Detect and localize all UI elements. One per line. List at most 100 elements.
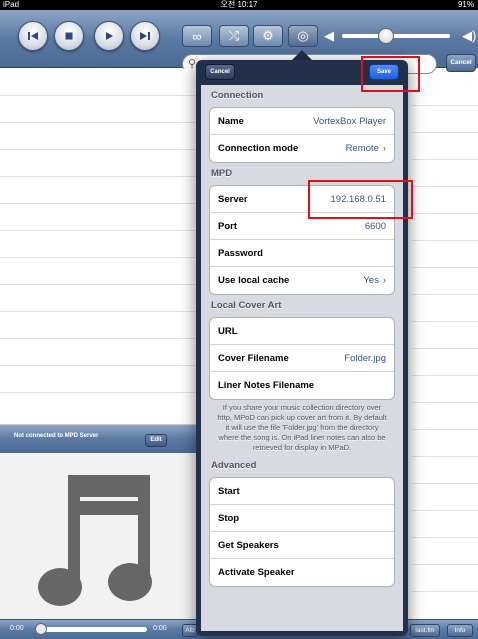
repeat-icon: ∞ [192, 28, 202, 44]
play-button[interactable] [94, 21, 124, 51]
volume-slider[interactable] [342, 34, 450, 38]
settings-button[interactable]: ⚙ [253, 25, 283, 47]
next-button[interactable] [130, 21, 160, 51]
connection-mode-row[interactable]: Connection mode Remote › [210, 135, 394, 162]
local-cache-value-wrap: Yes › [363, 267, 386, 294]
next-icon [140, 32, 150, 40]
name-label: Name [218, 116, 244, 127]
liner-notes-label: Liner Notes Filename [218, 380, 315, 391]
volume-slider-knob[interactable] [378, 28, 394, 44]
connection-mode-value: Remote [345, 143, 379, 154]
cover-filename-value[interactable]: Folder.jpg [344, 345, 386, 372]
cover-art-group: URL Cover Filename Folder.jpg Liner Note… [209, 317, 395, 400]
list-item[interactable] [412, 403, 478, 430]
list-item[interactable] [412, 538, 478, 565]
cover-filename-row[interactable]: Cover Filename Folder.jpg [210, 345, 394, 372]
connection-group: Name VortexBox Player Connection mode Re… [209, 107, 395, 163]
list-item[interactable] [0, 339, 200, 366]
section-cover-art-header: Local Cover Art [211, 300, 282, 311]
list-item[interactable] [412, 322, 478, 349]
list-item[interactable] [412, 106, 478, 133]
settings-popover: Cancel Save Connection Name VortexBox Pl… [196, 60, 408, 636]
list-item[interactable] [412, 241, 478, 268]
list-item[interactable] [412, 457, 478, 484]
list-item[interactable] [412, 268, 478, 295]
clock: 오전 10:17 [220, 0, 258, 9]
activate-speaker-row[interactable]: Activate Speaker [210, 559, 394, 586]
elapsed-time: 0:00 [10, 625, 24, 632]
info-button[interactable]: Info [447, 624, 473, 637]
connection-status: Not connected to MPD Server [14, 433, 99, 439]
list-item[interactable] [412, 133, 478, 160]
list-item[interactable] [0, 150, 200, 177]
list-item[interactable] [0, 96, 200, 123]
now-playing-panel: Not connected to MPD Server Edit [0, 424, 200, 619]
list-item[interactable] [412, 511, 478, 538]
library-list [412, 79, 478, 624]
list-item[interactable] [412, 484, 478, 511]
play-icon [106, 32, 113, 40]
list-item[interactable] [0, 258, 200, 285]
save-highlight-box [361, 56, 420, 92]
popover-cancel-button[interactable]: Cancel [205, 64, 235, 80]
status-bar: iPad 오전 10:17 91% [0, 0, 478, 10]
local-cache-row[interactable]: Use local cache Yes › [210, 267, 394, 294]
list-item[interactable] [412, 430, 478, 457]
cover-art-info-text: If you share your music collection direc… [217, 403, 387, 452]
list-item[interactable] [0, 123, 200, 150]
list-item[interactable] [412, 376, 478, 403]
volume-low-icon: ◀ [324, 28, 334, 43]
stop-row[interactable]: Stop [210, 505, 394, 532]
server-highlight-box [308, 180, 413, 219]
progress-slider-knob[interactable] [35, 623, 47, 635]
list-item[interactable] [0, 285, 200, 312]
stop-button[interactable] [54, 21, 84, 51]
stop-icon [65, 32, 73, 40]
list-item[interactable] [412, 565, 478, 592]
chevron-right-icon: › [382, 275, 386, 286]
url-row[interactable]: URL [210, 318, 394, 345]
list-item[interactable] [0, 204, 200, 231]
list-item[interactable] [412, 160, 478, 187]
port-label: Port [218, 221, 237, 232]
previous-button[interactable] [18, 21, 48, 51]
playlist-list [0, 69, 200, 424]
start-row[interactable]: Start [210, 478, 394, 505]
lastfm-button[interactable]: last.fm [410, 624, 440, 637]
search-cancel-button[interactable]: Cancel [446, 54, 476, 72]
settings-form: Connection Name VortexBox Player Connect… [201, 85, 403, 631]
section-advanced-header: Advanced [211, 460, 257, 471]
advanced-group: Start Stop Get Speakers Activate Speaker [209, 477, 395, 587]
list-item[interactable] [0, 366, 200, 393]
list-item[interactable] [0, 231, 200, 258]
connection-mode-label: Connection mode [218, 143, 299, 154]
list-item[interactable] [412, 214, 478, 241]
url-label: URL [218, 326, 238, 337]
get-speakers-row[interactable]: Get Speakers [210, 532, 394, 559]
outputs-button[interactable]: ◎ [288, 25, 318, 47]
list-item[interactable] [412, 295, 478, 322]
now-playing-header: Not connected to MPD Server Edit [0, 425, 200, 453]
gear-icon: ⚙ [262, 28, 274, 43]
progress-slider[interactable] [37, 627, 147, 632]
cover-filename-label: Cover Filename [218, 353, 289, 364]
repeat-button[interactable]: ∞ [182, 25, 212, 47]
name-value: VortexBox Player [313, 116, 386, 127]
list-item[interactable] [0, 312, 200, 339]
name-row[interactable]: Name VortexBox Player [210, 108, 394, 135]
password-label: Password [218, 248, 263, 259]
volume-high-icon: ◀) [462, 28, 477, 43]
music-note-icon [38, 475, 152, 606]
list-item[interactable] [412, 349, 478, 376]
list-item[interactable] [0, 69, 200, 96]
edit-button[interactable]: Edit [145, 434, 167, 447]
speaker-target-icon: ◎ [297, 28, 309, 43]
password-row[interactable]: Password [210, 240, 394, 267]
liner-notes-row[interactable]: Liner Notes Filename [210, 372, 394, 399]
list-item[interactable] [0, 177, 200, 204]
list-item[interactable] [412, 187, 478, 214]
server-label: Server [218, 194, 248, 205]
local-cache-label: Use local cache [218, 275, 290, 286]
list-item[interactable] [412, 79, 478, 106]
shuffle-button[interactable]: ⤮ [219, 25, 249, 47]
